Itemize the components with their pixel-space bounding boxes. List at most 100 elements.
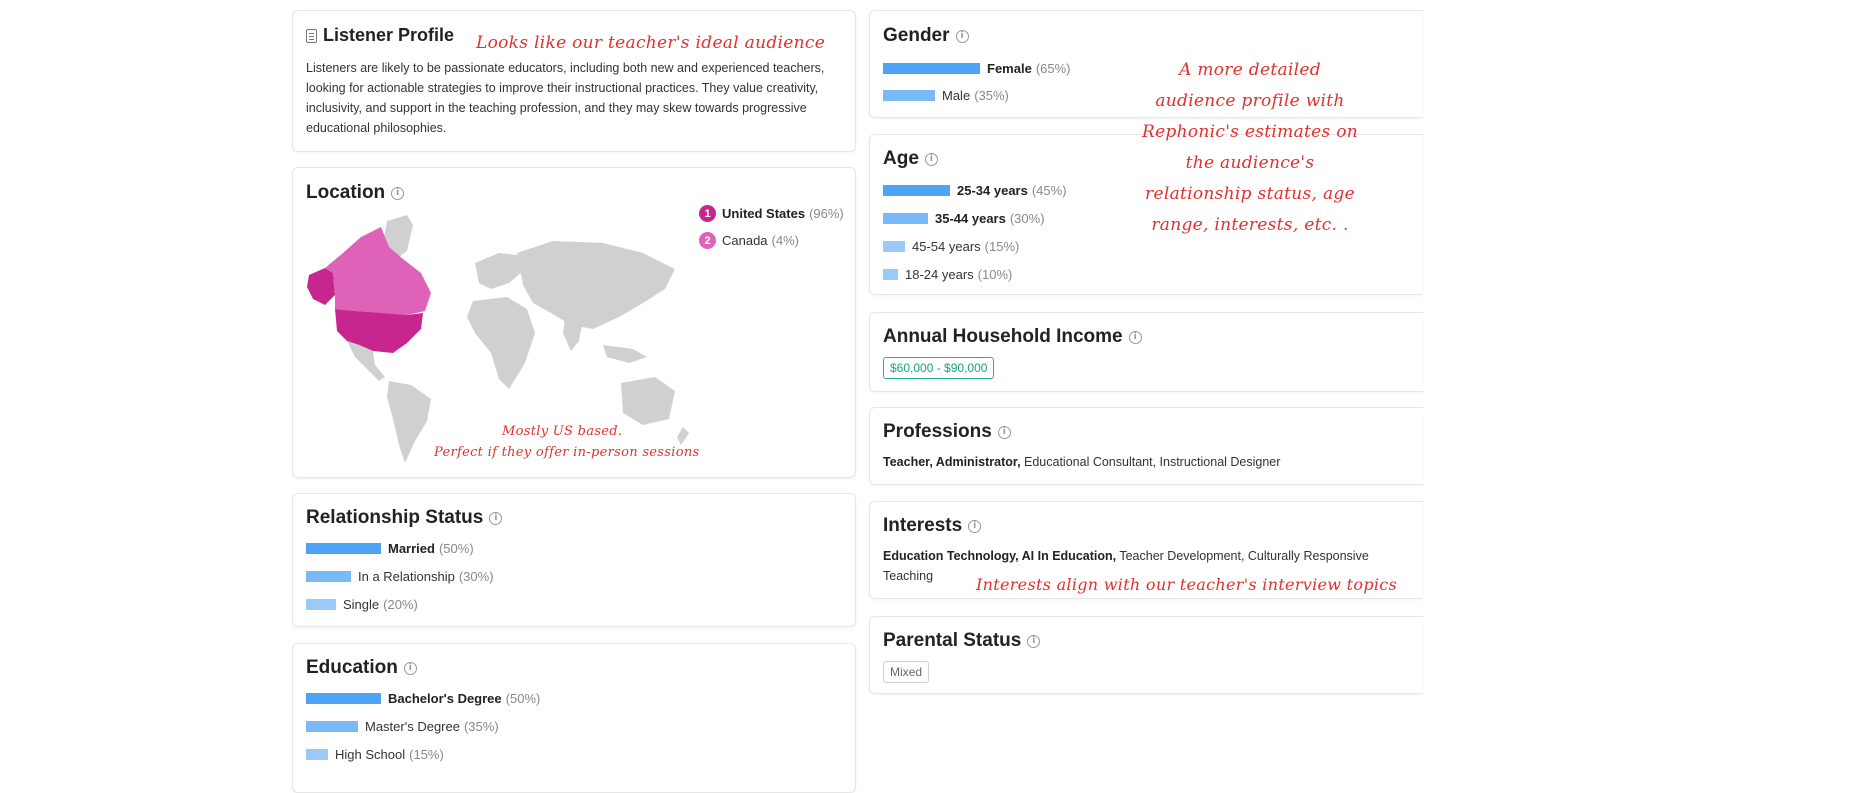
rank-badge: 1	[699, 205, 716, 222]
age-title-text: Age	[883, 148, 919, 169]
bar	[883, 241, 905, 252]
interests-bold: Education Technology, AI In Education,	[883, 549, 1117, 563]
map-asia	[517, 241, 675, 329]
row-label: 18-24 years	[905, 267, 974, 282]
info-icon[interactable]: i	[391, 186, 405, 200]
interests-title: Interests i	[883, 515, 982, 537]
location-name: United States	[722, 206, 806, 221]
listener-profile-card: Listener Profile Listeners are likely to…	[292, 10, 856, 152]
row-label: Female	[987, 61, 1032, 76]
world-map	[307, 215, 689, 463]
age-row: 45-54 years (15%)	[883, 239, 1019, 254]
location-item-canada: 2 Canada (4%)	[699, 232, 799, 249]
location-item-us: 1 United States (96%)	[699, 205, 844, 222]
bar	[883, 63, 980, 74]
age-title: Age i	[883, 148, 938, 170]
row-percent: (35%)	[974, 88, 1009, 103]
annotation-right-line: Rephonic's estimates on	[1141, 122, 1359, 142]
row-label: High School	[335, 747, 406, 762]
age-row: 18-24 years (10%)	[883, 267, 1012, 282]
parental-card: Parental Status i Mixed	[869, 616, 1423, 694]
bar	[883, 185, 950, 196]
row-percent: (65%)	[1035, 61, 1071, 76]
info-icon[interactable]: i	[968, 519, 982, 533]
age-row: 25-34 years (45%)	[883, 183, 1067, 198]
row-percent: (20%)	[383, 597, 418, 612]
rank-badge: 2	[699, 232, 716, 249]
row-percent: (50%)	[505, 691, 541, 706]
education-title: Education i	[306, 657, 417, 679]
row-label: Master's Degree	[365, 719, 460, 734]
info-icon[interactable]: i	[489, 511, 503, 525]
location-title: Location i	[306, 182, 405, 204]
row-percent: (15%)	[409, 747, 444, 762]
annotation-interests: Interests align with our teacher's inter…	[976, 575, 1398, 594]
education-row: Bachelor's Degree (50%)	[306, 691, 540, 706]
parental-title-text: Parental Status	[883, 630, 1022, 651]
annotation-right-line: the audience's	[1185, 153, 1315, 173]
relationship-title-text: Relationship Status	[306, 507, 484, 528]
annotation-map-1: Mostly US based.	[502, 424, 623, 439]
map-australia	[621, 377, 675, 425]
location-title-text: Location	[306, 182, 386, 203]
professions-title-text: Professions	[883, 421, 992, 442]
education-row: High School (15%)	[306, 747, 444, 762]
bar	[306, 599, 336, 610]
map-south-america	[387, 381, 431, 463]
income-badge: $60,000 - $90,000	[883, 357, 995, 379]
bar	[883, 90, 935, 101]
location-percent: (4%)	[771, 233, 799, 248]
income-title: Annual Household Income i	[883, 326, 1142, 348]
listener-profile-title: Listener Profile	[306, 25, 454, 46]
age-row: 35-44 years (30%)	[883, 211, 1045, 226]
info-icon[interactable]: i	[1027, 634, 1041, 648]
bar	[883, 269, 898, 280]
row-percent: (30%)	[1009, 211, 1045, 226]
relationship-card: Relationship Status i Married (50%) In a…	[292, 493, 856, 627]
map-africa	[467, 297, 535, 389]
document-icon	[306, 28, 317, 43]
education-card: Education i Bachelor's Degree (50%) Mast…	[292, 643, 856, 793]
bar	[306, 571, 351, 582]
professions-bold: Teacher, Administrator,	[883, 455, 1021, 469]
gender-row: Male (35%)	[883, 88, 1009, 103]
relationship-row: In a Relationship (30%)	[306, 569, 494, 584]
row-label: Bachelor's Degree	[388, 691, 502, 706]
map-usa	[335, 309, 423, 353]
relationship-row: Single (20%)	[306, 597, 418, 612]
gender-row: Female (65%)	[883, 61, 1071, 76]
info-icon[interactable]: i	[403, 661, 417, 675]
gender-title: Gender i	[883, 25, 969, 47]
map-new-zealand	[677, 427, 689, 445]
info-icon[interactable]: i	[924, 152, 938, 166]
parental-title: Parental Status i	[883, 630, 1041, 652]
row-label: 25-34 years	[957, 183, 1028, 198]
bar	[306, 543, 381, 554]
row-percent: (35%)	[463, 719, 499, 734]
info-icon[interactable]: i	[1128, 330, 1142, 344]
bar	[883, 213, 928, 224]
row-percent: (30%)	[458, 569, 494, 584]
map-se-asia	[603, 345, 647, 363]
listener-profile-title-text: Listener Profile	[323, 25, 455, 45]
map-canada	[325, 227, 431, 315]
bar	[306, 721, 358, 732]
income-title-text: Annual Household Income	[883, 326, 1123, 347]
relationship-title: Relationship Status i	[306, 507, 503, 529]
annotation-right-line: A more detailed	[1179, 60, 1321, 80]
map-alaska	[307, 268, 335, 305]
row-label: Male	[942, 88, 971, 103]
annotation-right-line: audience profile with	[1155, 91, 1345, 111]
bar	[306, 693, 381, 704]
row-percent: (50%)	[438, 541, 474, 556]
location-percent: (96%)	[809, 206, 844, 221]
gender-title-text: Gender	[883, 25, 950, 46]
map-europe	[475, 253, 523, 289]
annotation-right-line: relationship status, age	[1145, 184, 1355, 204]
info-icon[interactable]: i	[955, 29, 969, 43]
row-percent: (15%)	[984, 239, 1020, 254]
map-india	[563, 317, 583, 351]
annotation-right: A more detailed audience profile with Re…	[1130, 55, 1370, 241]
row-label: 45-54 years	[912, 239, 981, 254]
info-icon[interactable]: i	[997, 425, 1011, 439]
